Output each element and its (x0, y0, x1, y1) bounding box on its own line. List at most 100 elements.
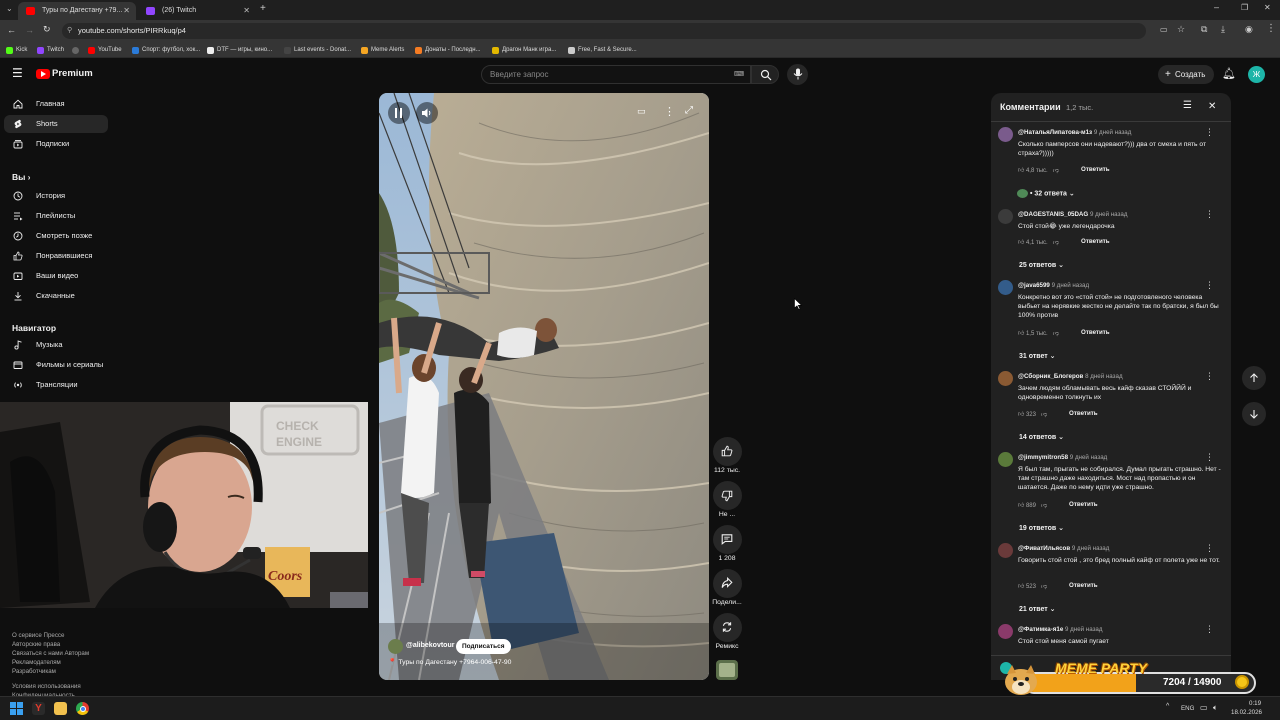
close-icon[interactable]: ✕ (1208, 101, 1216, 112)
reply-button[interactable]: Ответить (1081, 329, 1110, 336)
bookmark-item[interactable] (72, 45, 82, 55)
dislike-icon[interactable]: 👎︎ (1053, 240, 1059, 246)
previous-short-button[interactable] (1242, 366, 1266, 390)
tab-list-chevron-icon[interactable]: ⌄ (6, 4, 13, 13)
bookmark-item[interactable]: Драгон Манк игра... (492, 45, 556, 55)
bookmark-item[interactable]: Донаты - Последн... (415, 45, 481, 55)
bookmark-item[interactable]: YouTube (88, 45, 122, 55)
windows-start-icon[interactable] (10, 702, 23, 715)
keyboard-icon[interactable]: ⌨ (734, 70, 744, 78)
chrome-icon[interactable] (76, 702, 89, 715)
reply-button[interactable]: Ответить (1069, 410, 1098, 417)
create-button[interactable]: + Создать (1158, 65, 1214, 84)
comment-menu-icon[interactable]: ⋮ (1205, 452, 1214, 463)
tray-chevron-icon[interactable]: ^ (1166, 703, 1169, 710)
search-input[interactable]: Введите запрос (481, 65, 751, 84)
sidebar-item-playlists[interactable]: Плейлисты (4, 207, 108, 225)
comment-menu-icon[interactable]: ⋮ (1205, 209, 1214, 220)
comment-likes[interactable]: 👍︎ 523 👎︎ (1018, 582, 1047, 590)
show-replies-button[interactable]: 25 ответов ⌄ (1019, 261, 1064, 269)
more-options-icon[interactable]: ⋮ (664, 105, 675, 118)
footer-links-advertisers[interactable]: Рекламодателям (12, 659, 61, 666)
clock-time[interactable]: 0:19 (1249, 700, 1261, 707)
sidebar-item-liked[interactable]: Понравившиеся (4, 247, 108, 265)
new-tab-icon[interactable]: + (260, 3, 266, 14)
comment-avatar[interactable] (998, 371, 1013, 386)
comment-likes[interactable]: 👍︎ 4,8 тыс. 👎︎ (1018, 166, 1059, 174)
file-explorer-icon[interactable] (54, 702, 67, 715)
reply-button[interactable]: Ответить (1081, 166, 1110, 173)
comment-author[interactable]: @jimmymitron58 9 дней назад (1018, 454, 1107, 461)
sidebar-you-heading[interactable]: Вы › (12, 172, 30, 182)
voice-search-button[interactable] (787, 64, 808, 85)
like-button[interactable] (713, 437, 742, 466)
comment-menu-icon[interactable]: ⋮ (1205, 127, 1214, 138)
notifications-bell-icon[interactable]: 🔔︎ (1222, 67, 1236, 80)
dislike-icon[interactable]: 👎︎ (1041, 412, 1047, 418)
profile-icon[interactable]: ◉ (1245, 24, 1253, 35)
dislike-icon[interactable]: 👎︎ (1053, 168, 1059, 174)
dislike-icon[interactable]: 👎︎ (1041, 503, 1047, 509)
video-caption[interactable]: 📍 Туры по Дагестану +7964-006-47-90 (388, 658, 511, 666)
cast-icon[interactable]: ▭ (1160, 25, 1168, 34)
bookmark-item[interactable]: Meme Alerts (361, 45, 404, 55)
comment-avatar[interactable] (998, 127, 1013, 142)
show-replies-button[interactable]: 31 ответ ⌄ (1019, 352, 1056, 360)
tab-close-icon[interactable]: ✕ (243, 2, 250, 20)
comment-menu-icon[interactable]: ⋮ (1205, 371, 1214, 382)
comment-menu-icon[interactable]: ⋮ (1205, 280, 1214, 291)
show-replies-button[interactable]: • 32 ответа ⌄ (1017, 189, 1075, 198)
fullscreen-icon[interactable]: ⤢ (685, 105, 693, 116)
comment-likes[interactable]: 👍︎ 889 👎︎ (1018, 501, 1047, 509)
pause-button[interactable] (388, 102, 410, 124)
comment-menu-icon[interactable]: ⋮ (1205, 543, 1214, 554)
language-indicator[interactable]: ENG (1181, 705, 1194, 712)
comment-author[interactable]: @Сборник_Блогеров 8 дней назад (1018, 373, 1123, 380)
forward-icon[interactable]: → (25, 25, 34, 35)
youtube-logo[interactable]: Premium (36, 68, 116, 82)
volume-button[interactable] (416, 102, 438, 124)
comment-likes[interactable]: 👍︎ 1,5 тыс. 👎︎ (1018, 329, 1059, 337)
footer-links-about[interactable]: О сервисе Прессе (12, 632, 64, 639)
bookmark-item[interactable]: Last events - Donat... (284, 45, 351, 55)
comment-likes[interactable]: 👍︎ 4,1 тыс. 👎︎ (1018, 238, 1059, 246)
footer-links-developers[interactable]: Разработчикам (12, 668, 56, 675)
comment-likes[interactable]: 👍︎ 323 👎︎ (1018, 410, 1047, 418)
network-icon[interactable]: ▭ (1200, 703, 1208, 712)
audio-thumbnail[interactable] (716, 660, 738, 680)
show-replies-button[interactable]: 14 ответов ⌄ (1019, 433, 1064, 441)
reload-icon[interactable]: ↻ (43, 24, 51, 35)
show-replies-button[interactable]: 19 ответов ⌄ (1019, 524, 1064, 532)
comment-author[interactable]: @Фатимка-я1е 9 дней назад (1018, 626, 1102, 633)
reply-button[interactable]: Ответить (1069, 582, 1098, 589)
sidebar-item-live[interactable]: Трансляции (4, 376, 108, 394)
tab-close-icon[interactable]: ✕ (123, 2, 130, 20)
speaker-icon[interactable]: 🔈︎ (1213, 703, 1218, 713)
window-close-icon[interactable]: ✕ (1264, 3, 1271, 12)
downloads-icon[interactable]: ⤓ (1221, 24, 1225, 35)
tab-twitch[interactable]: (26) Twitch ✕ (138, 2, 256, 20)
sidebar-item-home[interactable]: Главная (4, 95, 108, 113)
menu-dots-icon[interactable]: ⋮ (1266, 23, 1276, 34)
sidebar-item-watch-later[interactable]: Смотреть позже (4, 227, 108, 245)
sidebar-item-movies[interactable]: Фильмы и сериалы (4, 356, 108, 374)
hamburger-menu-icon[interactable]: ☰ (12, 66, 23, 80)
sidebar-item-history[interactable]: История (4, 187, 108, 205)
bookmark-item[interactable]: DTF — игры, кино... (207, 45, 272, 55)
share-button[interactable] (713, 569, 742, 598)
clock-date[interactable]: 18.02.2026 (1231, 709, 1262, 716)
dislike-icon[interactable]: 👎︎ (1041, 584, 1047, 590)
address-bar[interactable]: ⚲ youtube.com/shorts/PIRRkuq/p4 (62, 23, 1146, 39)
comment-avatar[interactable] (998, 209, 1013, 224)
tab-youtube[interactable]: Туры по Дагестану +79... ✕ (18, 2, 136, 20)
back-icon[interactable]: ← (7, 25, 16, 35)
bookmark-item[interactable]: Kick (6, 45, 27, 55)
footer-links-copyright[interactable]: Авторские права (12, 641, 60, 648)
bookmark-item[interactable]: Twitch (37, 45, 64, 55)
sidebar-item-music[interactable]: Музыка (4, 336, 108, 354)
bookmark-star-icon[interactable]: ☆ (1177, 24, 1185, 35)
comments-button[interactable] (713, 525, 742, 554)
footer-links-terms[interactable]: Условия использования (12, 683, 81, 690)
dislike-button[interactable] (713, 481, 742, 510)
avatar[interactable]: Ж (1248, 66, 1265, 83)
